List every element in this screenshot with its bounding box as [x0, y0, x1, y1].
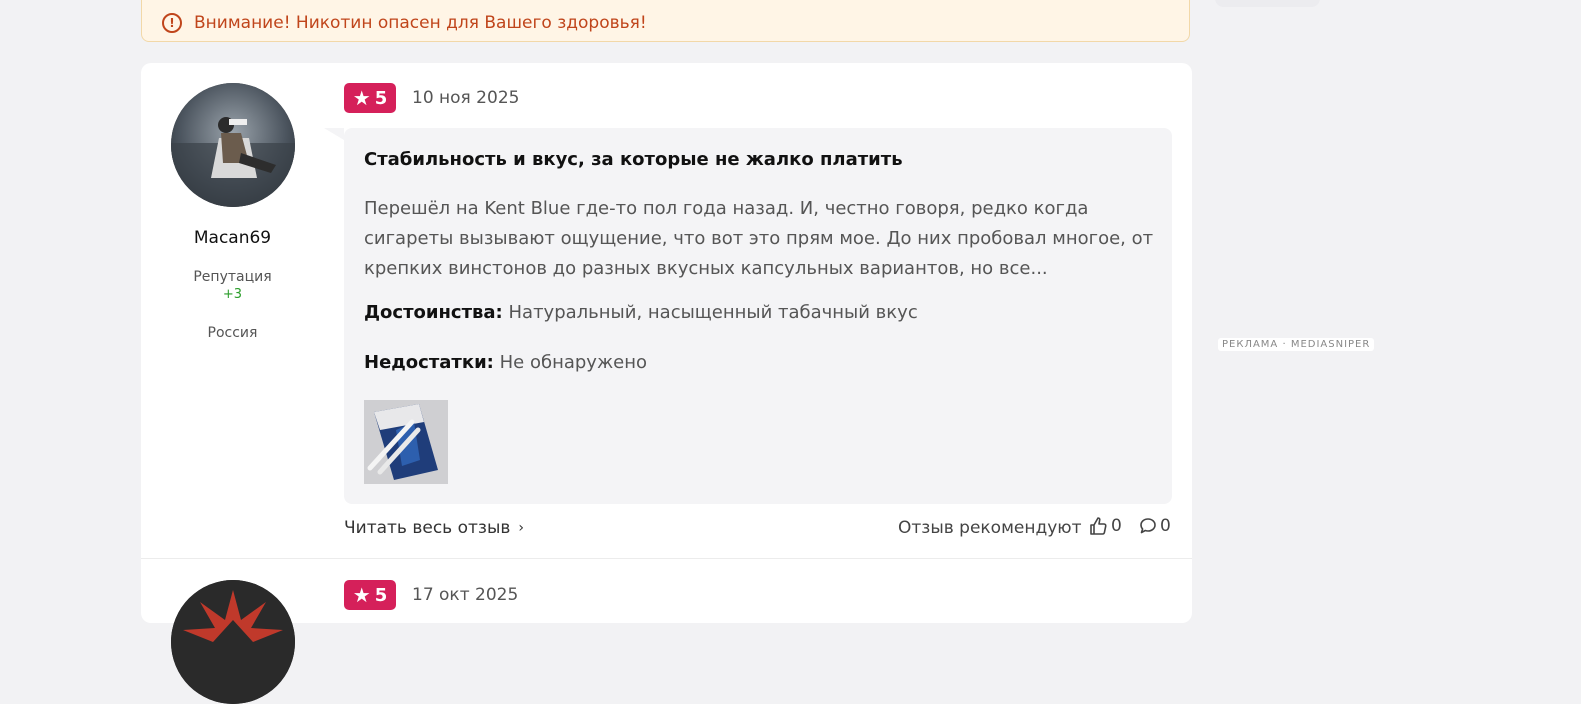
cons-label: Недостатки:: [364, 352, 494, 373]
pros-label: Достоинства:: [364, 302, 503, 323]
alert-circle-icon: !: [162, 13, 182, 33]
like-button[interactable]: 0: [1088, 516, 1122, 536]
recommend-label: Отзыв рекомендуют: [898, 518, 1082, 538]
comment-icon: [1140, 518, 1156, 534]
sidebar-placeholder: [1215, 0, 1320, 7]
review-date: 10 ноя 2025: [412, 88, 520, 108]
user-country: Россия: [207, 325, 258, 341]
star-icon: ★: [352, 86, 371, 110]
reputation-label: Репутация: [193, 269, 272, 285]
rating-badge: ★ 5: [344, 83, 396, 113]
username[interactable]: Macan69: [141, 228, 324, 248]
likes-count: 0: [1111, 516, 1122, 536]
avatar[interactable]: [171, 83, 295, 207]
review-pros: Достоинства: Натуральный, насыщенный таб…: [364, 302, 918, 323]
bubble-tail: [324, 128, 344, 140]
avatar[interactable]: [171, 580, 295, 704]
star-icon: ★: [352, 583, 371, 607]
reputation-value: +3: [222, 287, 243, 302]
review-text: Перешёл на Kent Blue где-то пол года наз…: [364, 198, 1154, 279]
comments-button[interactable]: 0: [1139, 516, 1171, 536]
review-divider: [141, 558, 1192, 559]
ad-label: РЕКЛАМА · MEDIASNIPER: [1218, 338, 1375, 351]
comments-count: 0: [1160, 516, 1171, 536]
read-full-review-link[interactable]: Читать весь отзыв ›: [344, 518, 524, 538]
pros-text: Натуральный, насыщенный табачный вкус: [508, 302, 918, 323]
chevron-right-icon: ›: [518, 520, 524, 536]
review-photo-thumbnail[interactable]: [364, 400, 448, 484]
read-more-label: Читать весь отзыв: [344, 518, 511, 538]
cons-text: Не обнаружено: [499, 352, 648, 373]
review-date: 17 окт 2025: [412, 585, 519, 605]
review-cons: Недостатки: Не обнаружено: [364, 352, 647, 373]
warning-text: Внимание! Никотин опасен для Вашего здор…: [194, 13, 647, 33]
rating-value: 5: [374, 584, 388, 606]
review-bubble: Стабильность и вкус, за которые не жалко…: [344, 128, 1172, 504]
review-title[interactable]: Стабильность и вкус, за которые не жалко…: [364, 149, 903, 170]
rating-badge: ★ 5: [344, 580, 396, 610]
review-list: Macan69 Репутация +3 Россия ★ 5 10 ноя 2…: [141, 63, 1192, 704]
rating-value: 5: [374, 87, 388, 109]
nicotine-warning-banner: ! Внимание! Никотин опасен для Вашего зд…: [141, 0, 1190, 42]
thumbs-up-icon: [1090, 517, 1107, 535]
